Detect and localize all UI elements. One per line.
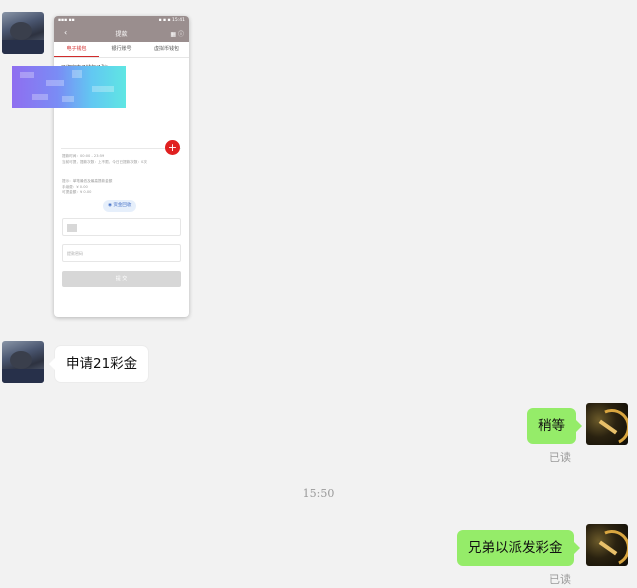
read-status: 已读 xyxy=(549,573,571,586)
timestamp: 15:50 xyxy=(302,487,335,500)
info-line: 可提金额：¥ 0.00 xyxy=(62,190,92,194)
tab-ewallet: 电子钱包 xyxy=(54,42,99,57)
amount-field xyxy=(62,218,181,236)
phone-status-bar: ▪▪▪ ▪▪ ▪ ▪ ▪ 15:41 xyxy=(54,16,189,25)
back-arrow-icon: ‹ xyxy=(64,28,68,37)
withdraw-time-info: 提款时间：00:00 - 23:59 当前可提，提款次数：上不限，今日已提款次数… xyxy=(62,154,182,165)
badge-label: 资金回收 xyxy=(113,203,132,208)
message-bubble[interactable]: 稍等 xyxy=(527,408,582,444)
self-avatar[interactable] xyxy=(586,403,628,445)
read-status: 已读 xyxy=(549,451,571,464)
user-avatar[interactable] xyxy=(2,341,44,383)
blurred-value xyxy=(67,224,77,232)
header-actions-icon: ▦ ⓘ xyxy=(170,31,184,38)
password-field: 提款密码 xyxy=(62,244,181,262)
divider xyxy=(61,148,181,149)
plus-icon: + xyxy=(165,140,180,155)
pixelated-card-image xyxy=(12,66,126,108)
fund-recovery-badge: ◉ 资金回收 xyxy=(103,200,137,212)
fee-info: 提示：单笔最低及最高提款金额 手续费：¥ 0.00 可提金额：¥ 0.00 xyxy=(62,179,182,196)
screenshot-title: 提款 xyxy=(115,31,128,38)
message-bubble[interactable]: 申请21彩金 xyxy=(48,346,149,382)
tab-bank: 银行账号 xyxy=(111,46,132,52)
screenshot-header: ‹ 提款 ▦ ⓘ xyxy=(54,25,189,42)
status-left: ▪▪▪ ▪▪ xyxy=(58,18,75,23)
message-bubble[interactable]: 兄弟以派发彩金 xyxy=(457,530,579,566)
info-line: 当前可提，提款次数：上不限，今日已提款次数：0次 xyxy=(62,159,147,164)
status-right: ▪ ▪ ▪ 15:41 xyxy=(158,18,185,23)
user-avatar[interactable] xyxy=(2,12,44,54)
screenshot-tabs: 电子钱包 银行账号 虚拟币钱包 xyxy=(54,42,189,58)
submit-button: 提 交 xyxy=(62,271,181,287)
recycle-icon: ◉ xyxy=(108,203,112,208)
self-avatar[interactable] xyxy=(586,524,628,566)
tab-crypto: 虚拟币钱包 xyxy=(153,46,179,52)
